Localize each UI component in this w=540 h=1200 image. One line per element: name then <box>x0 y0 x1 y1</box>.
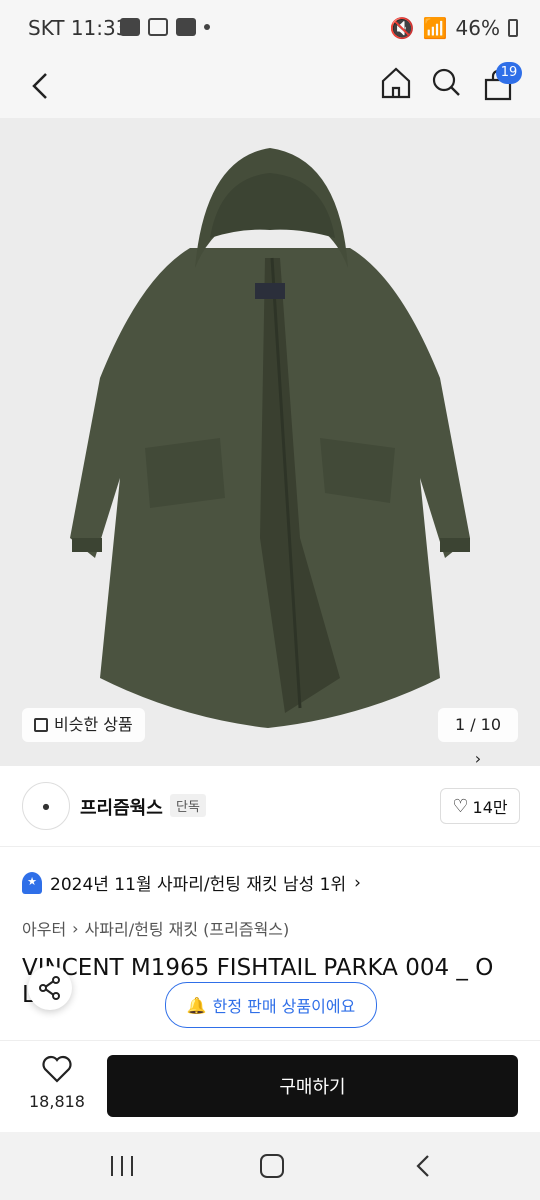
chevron-right-icon: › <box>474 749 482 766</box>
recent-apps-button[interactable] <box>108 1154 136 1182</box>
shop-likes-count: 14만 <box>472 798 508 817</box>
brand-logo-icon: ● <box>42 801 50 811</box>
heart-icon: ♡ <box>452 795 469 817</box>
shop-name[interactable]: 프리즘웍스 <box>80 794 163 820</box>
wish-button[interactable]: 18,818 <box>22 1054 92 1111</box>
cart-count-badge: 19 <box>496 62 522 84</box>
product-image[interactable]: 비슷한 상품 1 / 10 › <box>0 118 540 766</box>
chevron-right-icon: › <box>72 918 79 938</box>
similar-products-button[interactable]: 비슷한 상품 <box>22 708 145 742</box>
ranking-link[interactable]: ★ 2024년 11월 사파리/헌팅 재킷 남성 1위 › <box>22 870 361 895</box>
buy-button[interactable]: 구매하기 <box>107 1055 518 1117</box>
breadcrumb-level2[interactable]: 사파리/헌팅 재킷 (프리즘웍스) <box>85 916 290 940</box>
mute-icon: 🔇 <box>389 16 415 40</box>
home-icon <box>381 67 411 99</box>
recent-apps-icon <box>111 1156 133 1176</box>
share-button[interactable] <box>28 966 72 1010</box>
bell-icon: 🔔 <box>186 995 207 1015</box>
shop-like-button[interactable]: ♡ 14만 <box>440 788 520 824</box>
breadcrumb: 아우터 › 사파리/헌팅 재킷 (프리즘웍스) <box>22 916 289 940</box>
back-button[interactable] <box>26 70 56 106</box>
copy-icon <box>34 718 48 732</box>
battery-text: 46% <box>455 16 500 40</box>
similar-products-label: 비슷한 상품 <box>54 715 133 734</box>
exclusive-badge: 단독 <box>170 794 206 817</box>
wifi-icon: 📶 <box>422 16 448 40</box>
image-pager-text: 1 / 10 <box>454 715 502 734</box>
status-right: 🔇 📶 46% <box>390 16 518 40</box>
home-button[interactable] <box>380 66 412 104</box>
share-icon <box>39 976 60 1000</box>
back-nav-button[interactable] <box>412 1152 436 1184</box>
status-left-icons <box>120 18 210 36</box>
back-nav-icon <box>416 1155 429 1177</box>
status-time: SKT 11:33 <box>28 16 129 40</box>
home-nav-icon <box>260 1154 284 1178</box>
limited-sale-banner[interactable]: 🔔 한정 판매 상품이에요 <box>165 982 377 1028</box>
product-title: VINCENT M1965 FISHTAIL PARKA 004 _ O <box>22 955 494 981</box>
rank-text: 2024년 11월 사파리/헌팅 재킷 남성 1위 <box>50 875 347 895</box>
rank-badge-icon: ★ <box>22 871 42 894</box>
bird-icon <box>120 18 140 36</box>
fit-icon <box>148 18 168 36</box>
shop-logo[interactable]: ● <box>22 782 70 830</box>
heart-icon <box>42 1055 72 1083</box>
parka-illustration <box>70 148 470 728</box>
breadcrumb-level1[interactable]: 아우터 <box>22 916 66 940</box>
home-nav-button[interactable] <box>258 1152 286 1184</box>
dot-icon <box>204 24 210 30</box>
battery-icon <box>508 19 518 37</box>
back-icon <box>32 73 47 99</box>
cart-button[interactable]: 19 <box>480 62 538 112</box>
top-nav: 19 <box>0 56 540 118</box>
system-nav-bar <box>0 1132 540 1200</box>
status-bar: SKT 11:33 🔇 📶 46% <box>0 0 540 56</box>
chevron-right-icon: › <box>354 872 361 893</box>
search-button[interactable] <box>430 66 462 104</box>
wish-count: 18,818 <box>29 1092 85 1111</box>
divider <box>0 846 540 847</box>
limited-sale-label: 한정 판매 상품이에요 <box>212 997 356 1016</box>
image-pager[interactable]: 1 / 10 › <box>438 708 518 766</box>
search-icon <box>432 68 460 96</box>
lf-icon <box>176 18 196 36</box>
